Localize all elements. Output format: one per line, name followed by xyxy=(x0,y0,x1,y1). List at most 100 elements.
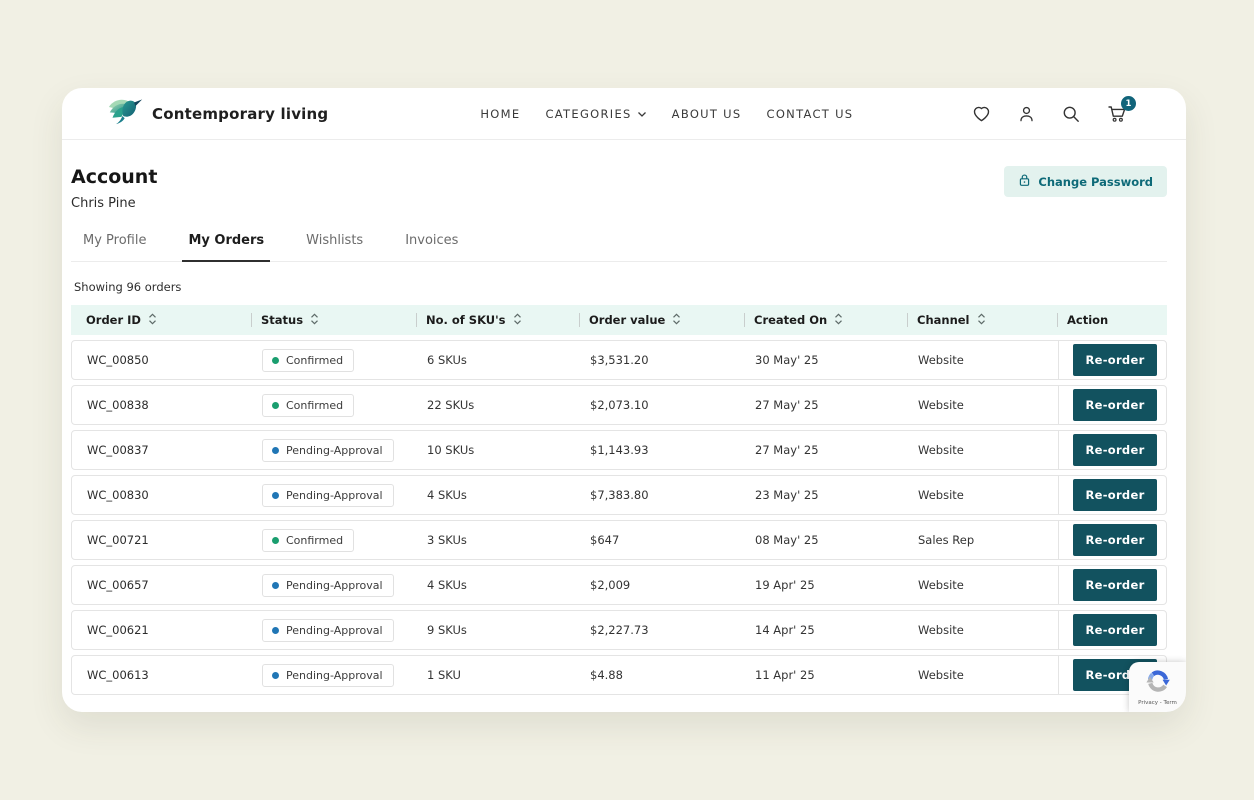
reorder-button[interactable]: Re-order xyxy=(1073,524,1157,556)
status-cell: Confirmed xyxy=(252,349,417,372)
created-on-cell: 27 May' 25 xyxy=(745,398,908,412)
cart-icon[interactable]: 1 xyxy=(1106,103,1128,124)
action-cell: Re-order xyxy=(1058,476,1166,514)
sort-icon[interactable] xyxy=(513,313,522,328)
column-header-created-on[interactable]: Created On xyxy=(744,305,907,335)
orders-table-body: WC_00850 Confirmed 6 SKUs $3,531.20 30 M… xyxy=(71,340,1167,695)
column-header-order-id[interactable]: Order ID xyxy=(71,305,251,335)
status-badge: Pending-Approval xyxy=(262,619,394,642)
reorder-button[interactable]: Re-order xyxy=(1073,434,1157,466)
column-header-order-value[interactable]: Order value xyxy=(579,305,744,335)
status-cell: Confirmed xyxy=(252,394,417,417)
sort-icon[interactable] xyxy=(310,313,319,328)
column-header-action: Action xyxy=(1057,305,1167,335)
nav-item-home[interactable]: HOME xyxy=(480,107,520,121)
column-header-status[interactable]: Status xyxy=(251,305,416,335)
status-badge: Pending-Approval xyxy=(262,664,394,687)
reorder-button[interactable]: Re-order xyxy=(1073,614,1157,646)
orders-table-header: Order ID Status No. of SKU's Order value… xyxy=(71,305,1167,335)
nav-item-contact-us[interactable]: CONTACT US xyxy=(767,107,854,121)
order-row: WC_00838 Confirmed 22 SKUs $2,073.10 27 … xyxy=(71,385,1167,425)
skus-cell: 4 SKUs xyxy=(417,488,580,502)
nav-item-about-us[interactable]: ABOUT US xyxy=(672,107,742,121)
order-id-cell: WC_00837 xyxy=(72,443,252,457)
channel-cell: Website xyxy=(908,668,1058,682)
reorder-button[interactable]: Re-order xyxy=(1073,389,1157,421)
change-password-button[interactable]: Change Password xyxy=(1004,166,1167,197)
account-content: Account Chris Pine Change Password My Pr… xyxy=(62,166,1186,695)
order-row: WC_00621 Pending-Approval 9 SKUs $2,227.… xyxy=(71,610,1167,650)
reorder-button[interactable]: Re-order xyxy=(1073,479,1157,511)
action-cell: Re-order xyxy=(1058,521,1166,559)
status-dot-icon xyxy=(272,492,279,499)
orders-summary: Showing 96 orders xyxy=(71,280,1167,294)
account-tabs: My Profile My Orders Wishlists Invoices xyxy=(71,233,1167,262)
created-on-cell: 14 Apr' 25 xyxy=(745,623,908,637)
status-cell: Pending-Approval xyxy=(252,484,417,507)
status-cell: Pending-Approval xyxy=(252,664,417,687)
tab-my-orders[interactable]: My Orders xyxy=(188,233,264,261)
user-icon[interactable] xyxy=(1017,104,1036,124)
status-dot-icon xyxy=(272,537,279,544)
channel-cell: Website xyxy=(908,623,1058,637)
created-on-cell: 19 Apr' 25 xyxy=(745,578,908,592)
order-row: WC_00830 Pending-Approval 4 SKUs $7,383.… xyxy=(71,475,1167,515)
sort-icon[interactable] xyxy=(148,313,157,328)
brand-logo[interactable]: Contemporary living xyxy=(108,96,328,131)
sort-icon[interactable] xyxy=(672,313,681,328)
chevron-down-icon xyxy=(637,107,647,121)
channel-cell: Website xyxy=(908,353,1058,367)
status-badge: Confirmed xyxy=(262,349,354,372)
brand-name: Contemporary living xyxy=(152,105,328,123)
skus-cell: 1 SKU xyxy=(417,668,580,682)
order-value-cell: $3,531.20 xyxy=(580,353,745,367)
order-id-cell: WC_00721 xyxy=(72,533,252,547)
tab-invoices[interactable]: Invoices xyxy=(405,233,458,261)
sort-icon[interactable] xyxy=(834,313,843,328)
order-id-cell: WC_00838 xyxy=(72,398,252,412)
status-dot-icon xyxy=(272,672,279,679)
skus-cell: 9 SKUs xyxy=(417,623,580,637)
order-value-cell: $2,227.73 xyxy=(580,623,745,637)
created-on-cell: 27 May' 25 xyxy=(745,443,908,457)
reorder-button[interactable]: Re-order xyxy=(1073,569,1157,601)
search-icon[interactable] xyxy=(1061,104,1081,124)
tab-wishlists[interactable]: Wishlists xyxy=(306,233,363,261)
status-badge: Confirmed xyxy=(262,394,354,417)
order-value-cell: $4.88 xyxy=(580,668,745,682)
skus-cell: 22 SKUs xyxy=(417,398,580,412)
order-value-cell: $7,383.80 xyxy=(580,488,745,502)
skus-cell: 6 SKUs xyxy=(417,353,580,367)
channel-cell: Website xyxy=(908,578,1058,592)
cart-count-badge: 1 xyxy=(1121,96,1136,111)
order-row: WC_00613 Pending-Approval 1 SKU $4.88 11… xyxy=(71,655,1167,695)
nav-item-categories[interactable]: CATEGORIES xyxy=(545,107,646,121)
recaptcha-badge[interactable]: Privacy - Term xyxy=(1129,662,1186,712)
order-id-cell: WC_00613 xyxy=(72,668,252,682)
order-row: WC_00837 Pending-Approval 10 SKUs $1,143… xyxy=(71,430,1167,470)
created-on-cell: 23 May' 25 xyxy=(745,488,908,502)
account-page-card: Contemporary living HOME CATEGORIES ABOU… xyxy=(62,88,1186,712)
status-dot-icon xyxy=(272,627,279,634)
status-badge: Pending-Approval xyxy=(262,484,394,507)
column-header-no-of-sku-s[interactable]: No. of SKU's xyxy=(416,305,579,335)
column-header-channel[interactable]: Channel xyxy=(907,305,1057,335)
channel-cell: Website xyxy=(908,488,1058,502)
status-dot-icon xyxy=(272,582,279,589)
order-value-cell: $647 xyxy=(580,533,745,547)
sort-icon[interactable] xyxy=(977,313,986,328)
status-cell: Pending-Approval xyxy=(252,439,417,462)
recaptcha-privacy-terms: Privacy - Term xyxy=(1138,700,1177,706)
heart-icon[interactable] xyxy=(971,104,992,124)
status-cell: Confirmed xyxy=(252,529,417,552)
created-on-cell: 08 May' 25 xyxy=(745,533,908,547)
order-id-cell: WC_00850 xyxy=(72,353,252,367)
channel-cell: Website xyxy=(908,443,1058,457)
reorder-button[interactable]: Re-order xyxy=(1073,344,1157,376)
status-dot-icon xyxy=(272,402,279,409)
recaptcha-icon xyxy=(1145,668,1171,698)
order-value-cell: $2,073.10 xyxy=(580,398,745,412)
action-cell: Re-order xyxy=(1058,386,1166,424)
tab-my-profile[interactable]: My Profile xyxy=(83,233,146,261)
action-cell: Re-order xyxy=(1058,611,1166,649)
